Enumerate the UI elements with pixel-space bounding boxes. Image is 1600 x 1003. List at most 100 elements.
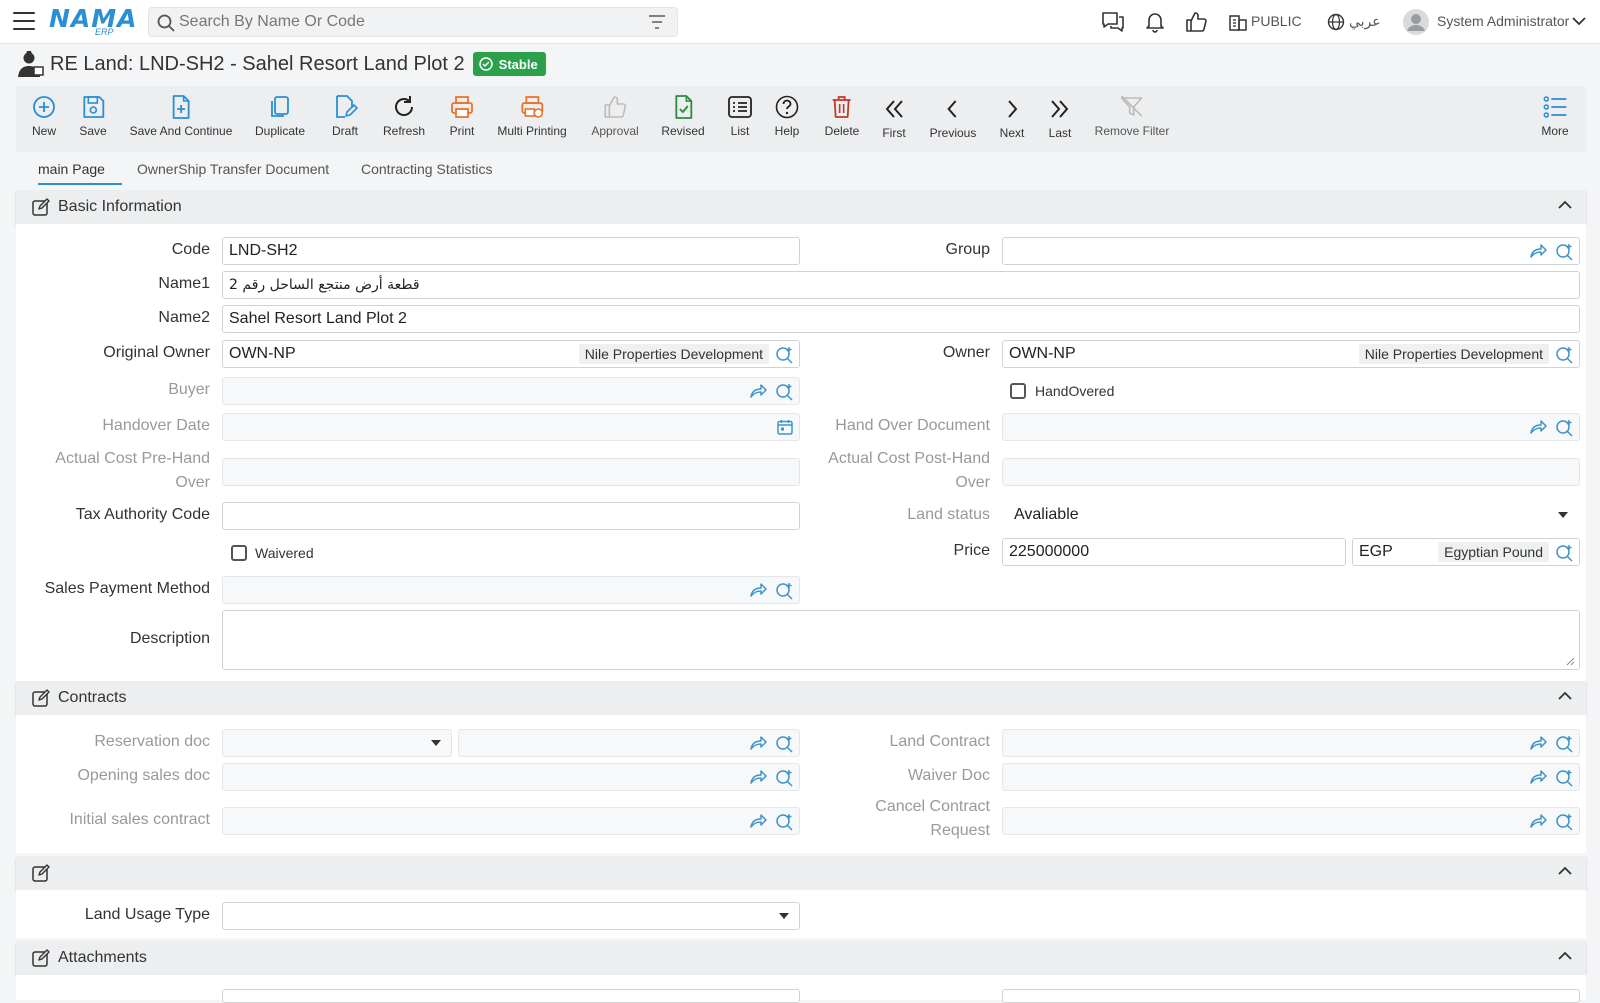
search-plus-icon[interactable] — [1555, 243, 1573, 261]
initial-sales-contract-field[interactable] — [222, 807, 800, 835]
language-switch[interactable]: عربي — [1349, 13, 1381, 30]
tab-main-page[interactable]: main Page — [38, 161, 105, 177]
group-field[interactable] — [1002, 237, 1580, 265]
waivered-checkbox[interactable] — [231, 545, 247, 561]
contracts-header[interactable]: Contracts — [16, 681, 1586, 715]
hand-over-document-field[interactable] — [1002, 413, 1580, 441]
sales-payment-method-field[interactable] — [222, 576, 800, 604]
description-textarea[interactable] — [222, 610, 1580, 670]
cancel-contract-request-field[interactable] — [1002, 807, 1580, 835]
search-plus-icon[interactable] — [1555, 813, 1573, 831]
search-plus-icon[interactable] — [1555, 544, 1573, 562]
duplicate-button[interactable]: Duplicate — [255, 94, 305, 138]
more-button[interactable]: More — [1541, 94, 1569, 138]
price-field[interactable]: 225000000 — [1002, 538, 1346, 566]
menu-icon[interactable] — [13, 12, 35, 32]
share-arrow-icon[interactable] — [749, 769, 767, 785]
branch-selector[interactable]: PUBLIC — [1251, 13, 1302, 29]
share-arrow-icon[interactable] — [1529, 243, 1547, 259]
land-contract-field[interactable] — [1002, 729, 1580, 757]
chevron-up-icon[interactable] — [1558, 200, 1572, 210]
reservation-doc-type-select[interactable] — [222, 729, 452, 757]
calendar-icon[interactable] — [777, 419, 793, 435]
user-name[interactable]: System Administrator — [1437, 13, 1569, 29]
handover-date-field[interactable] — [222, 413, 800, 441]
search-plus-icon[interactable] — [1555, 346, 1573, 364]
code-field[interactable]: LND-SH2 — [222, 237, 800, 265]
status-badge: Stable — [472, 52, 546, 76]
land-usage-type-select[interactable] — [222, 902, 800, 930]
search-plus-icon[interactable] — [775, 813, 793, 831]
reservation-doc-field[interactable] — [458, 729, 800, 757]
search-plus-icon[interactable] — [775, 582, 793, 600]
tab-contracting-statistics[interactable]: Contracting Statistics — [361, 161, 493, 177]
actual-cost-pre-hand-over-field[interactable] — [222, 458, 800, 486]
search-plus-icon[interactable] — [775, 383, 793, 401]
globe-icon[interactable] — [1327, 13, 1345, 31]
share-arrow-icon[interactable] — [749, 383, 767, 399]
help-button[interactable]: Help — [774, 94, 800, 138]
search-plus-icon[interactable] — [775, 769, 793, 787]
chat-icon[interactable] — [1101, 11, 1125, 33]
share-arrow-icon[interactable] — [1529, 769, 1547, 785]
tax-authority-code-field[interactable] — [222, 502, 800, 530]
owner-field[interactable]: OWN-NP Nile Properties Development — [1002, 340, 1580, 368]
first-record-button[interactable]: First — [881, 96, 907, 140]
buyer-field[interactable] — [222, 377, 800, 405]
revised-button[interactable]: Revised — [661, 94, 705, 138]
search-input[interactable] — [179, 12, 639, 32]
remove-filter-button[interactable]: Remove Filter — [1095, 94, 1169, 138]
name2-field[interactable]: Sahel Resort Land Plot 2 — [222, 305, 1580, 333]
edit-square-icon — [32, 864, 50, 882]
resize-handle-icon[interactable] — [1565, 656, 1575, 666]
search-plus-icon[interactable] — [775, 346, 793, 364]
waiver-doc-field[interactable] — [1002, 763, 1580, 791]
delete-button[interactable]: Delete — [825, 94, 859, 138]
chevron-up-icon[interactable] — [1558, 691, 1572, 701]
refresh-button[interactable]: Refresh — [383, 94, 425, 138]
draft-button[interactable]: Draft — [332, 94, 358, 138]
land-usage-section-header[interactable] — [16, 856, 1586, 890]
original-owner-field[interactable]: OWN-NP Nile Properties Development — [222, 340, 800, 368]
basic-information-header[interactable]: Basic Information — [16, 190, 1586, 224]
handovered-checkbox[interactable] — [1010, 383, 1026, 399]
share-arrow-icon[interactable] — [749, 813, 767, 829]
share-arrow-icon[interactable] — [749, 582, 767, 598]
attachment-field[interactable] — [222, 989, 800, 1003]
filter-lines-icon[interactable] — [649, 15, 665, 29]
share-arrow-icon[interactable] — [1529, 419, 1547, 435]
share-arrow-icon[interactable] — [749, 735, 767, 751]
previous-record-button[interactable]: Previous — [930, 96, 976, 140]
list-button[interactable]: List — [727, 94, 753, 138]
attachments-header[interactable]: Attachments — [16, 941, 1586, 975]
save-button[interactable]: Save — [79, 94, 107, 138]
search-plus-icon[interactable] — [1555, 419, 1573, 437]
search-plus-icon[interactable] — [775, 735, 793, 753]
chevron-up-icon[interactable] — [1558, 951, 1572, 961]
search-plus-icon[interactable] — [1555, 735, 1573, 753]
share-arrow-icon[interactable] — [1529, 813, 1547, 829]
last-record-button[interactable]: Last — [1047, 96, 1073, 140]
chevron-up-icon[interactable] — [1558, 866, 1572, 876]
approval-button[interactable]: Approval — [591, 94, 639, 138]
name1-field[interactable]: قطعة أرض منتجع الساحل رقم 2 — [222, 271, 1580, 299]
land-status-select[interactable]: Avaliable — [1002, 502, 1580, 530]
attachment-field[interactable] — [1002, 989, 1580, 1003]
bell-icon[interactable] — [1144, 11, 1166, 33]
search-plus-icon[interactable] — [1555, 769, 1573, 787]
avatar[interactable] — [1403, 9, 1429, 35]
print-button[interactable]: Print — [449, 94, 475, 138]
multi-printing-button[interactable]: Multi Printing — [497, 94, 567, 138]
next-record-button[interactable]: Next — [999, 96, 1025, 140]
tab-ownership-transfer-document[interactable]: OwnerShip Transfer Document — [137, 161, 329, 177]
nama-erp-logo[interactable]: NAMA ERP — [49, 5, 137, 39]
save-and-continue-button[interactable]: Save And Continue — [130, 94, 232, 138]
chevron-down-icon[interactable] — [1572, 16, 1586, 26]
thumbs-up-icon[interactable] — [1185, 11, 1207, 33]
share-arrow-icon[interactable] — [1529, 735, 1547, 751]
new-button[interactable]: New — [31, 94, 57, 138]
actual-cost-post-hand-over-field[interactable] — [1002, 458, 1580, 486]
global-search[interactable] — [148, 7, 678, 37]
opening-sales-doc-field[interactable] — [222, 763, 800, 791]
currency-field[interactable]: EGP Egyptian Pound — [1352, 538, 1580, 566]
